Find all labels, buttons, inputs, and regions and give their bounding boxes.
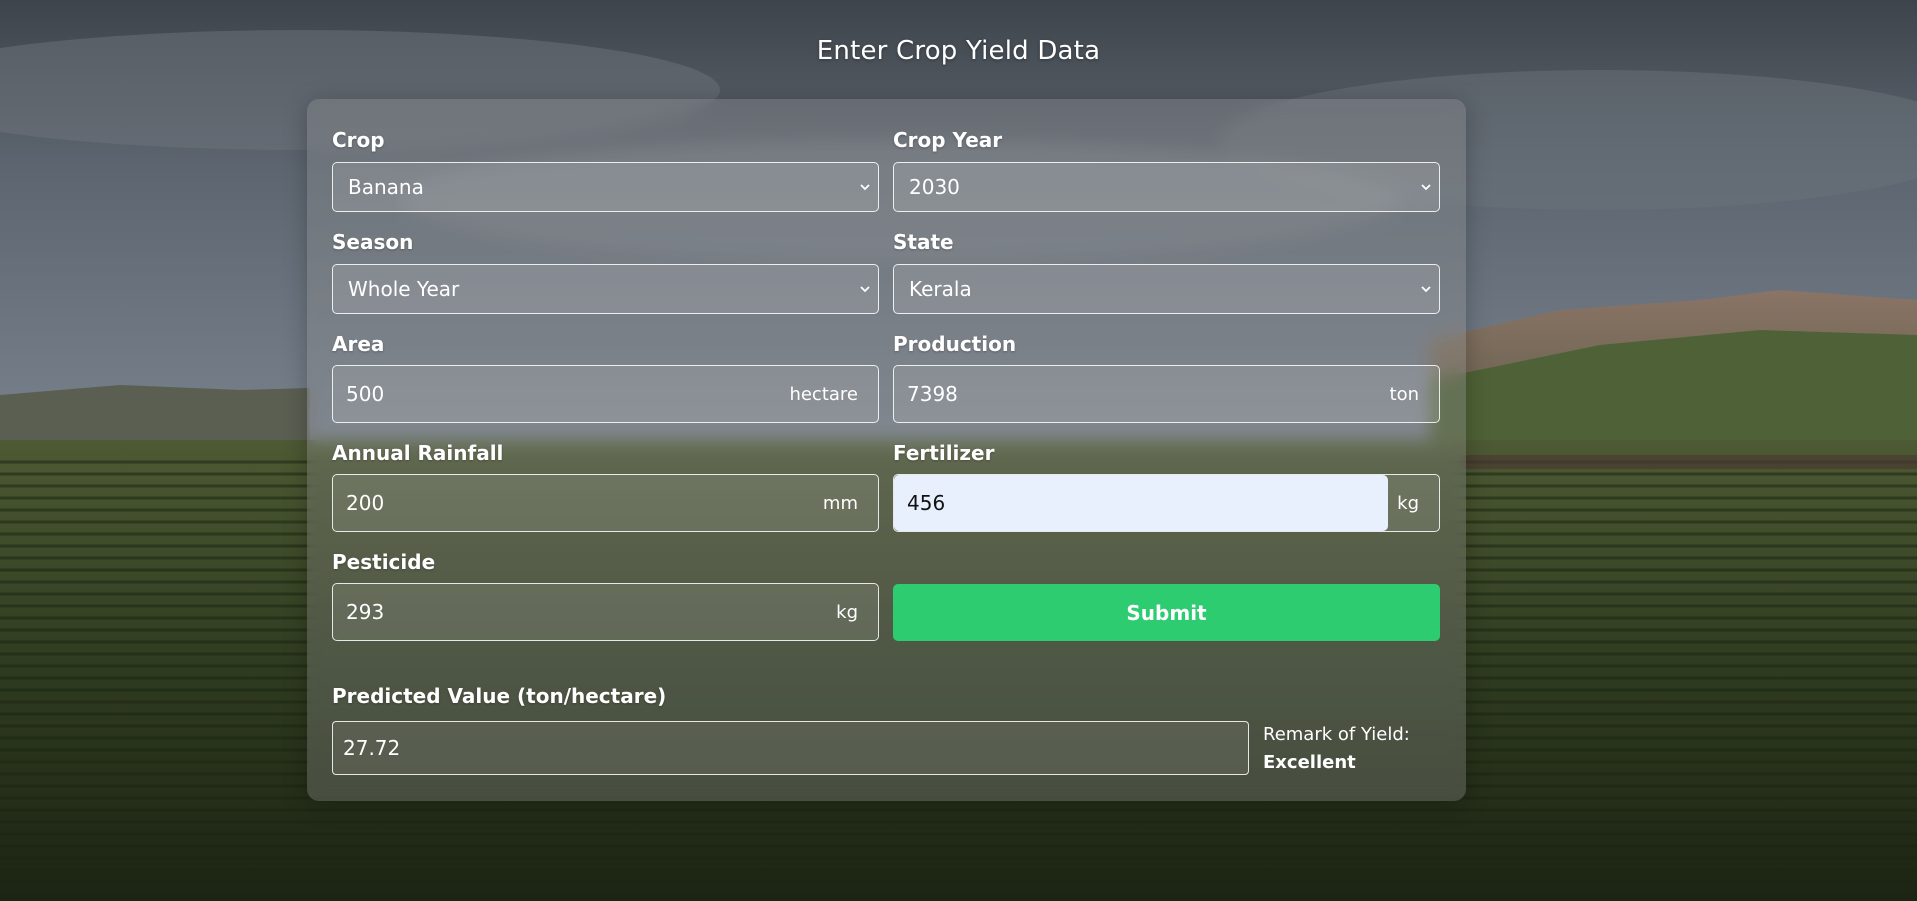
predicted-value-label: Predicted Value (ton/hectare) — [332, 684, 667, 708]
annual-rainfall-label: Annual Rainfall — [332, 441, 504, 465]
crop-select-value: Banana — [348, 175, 424, 199]
area-input-value: 500 — [346, 382, 385, 406]
fertilizer-input-focused-area[interactable]: 456 — [894, 475, 1388, 531]
fertilizer-unit: kg — [1397, 493, 1419, 514]
annual-rainfall-input[interactable]: 200 mm — [332, 474, 879, 532]
chevron-down-icon — [1421, 184, 1431, 191]
remark-value: Excellent — [1263, 752, 1356, 773]
state-select-value: Kerala — [909, 277, 972, 301]
season-select-value: Whole Year — [348, 277, 460, 301]
state-label: State — [893, 230, 954, 254]
area-input[interactable]: 500 hectare — [332, 365, 879, 423]
crop-year-select[interactable]: 2030 — [893, 162, 1440, 212]
predicted-value: 27.72 — [343, 736, 401, 760]
crop-select[interactable]: Banana — [332, 162, 879, 212]
submit-button[interactable]: Submit — [893, 584, 1440, 641]
chevron-down-icon — [860, 286, 870, 293]
pesticide-unit: kg — [836, 602, 858, 623]
production-input-value: 7398 — [907, 382, 958, 406]
pesticide-input[interactable]: 293 kg — [332, 583, 879, 641]
chevron-down-icon — [1421, 286, 1431, 293]
season-label: Season — [332, 230, 414, 254]
crop-year-select-value: 2030 — [909, 175, 960, 199]
annual-rainfall-input-value: 200 — [346, 491, 385, 515]
annual-rainfall-unit: mm — [822, 493, 858, 514]
predicted-value-field[interactable]: 27.72 — [332, 721, 1249, 775]
production-label: Production — [893, 332, 1017, 356]
fertilizer-input[interactable]: 456 kg — [893, 474, 1440, 532]
page-title: Enter Crop Yield Data — [816, 36, 1101, 66]
area-label: Area — [332, 332, 385, 356]
crop-label: Crop — [332, 128, 385, 152]
state-select[interactable]: Kerala — [893, 264, 1440, 314]
pesticide-label: Pesticide — [332, 550, 436, 574]
season-select[interactable]: Whole Year — [332, 264, 879, 314]
area-unit: hectare — [789, 384, 858, 405]
remark-label: Remark of Yield: — [1263, 724, 1410, 745]
fertilizer-label: Fertilizer — [893, 441, 995, 465]
fertilizer-input-value: 456 — [907, 491, 946, 515]
production-unit: ton — [1389, 384, 1419, 405]
crop-year-label: Crop Year — [893, 128, 1003, 152]
production-input[interactable]: 7398 ton — [893, 365, 1440, 423]
pesticide-input-value: 293 — [346, 600, 385, 624]
chevron-down-icon — [860, 184, 870, 191]
